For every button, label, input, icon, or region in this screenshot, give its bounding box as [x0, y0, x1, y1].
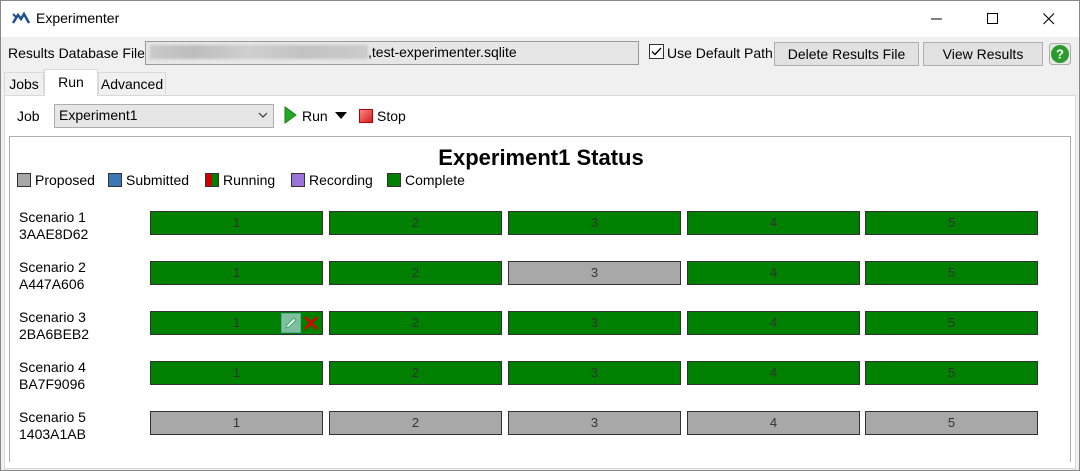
- run-cell[interactable]: 1: [150, 261, 323, 285]
- tab-jobs[interactable]: Jobs: [4, 72, 44, 94]
- app-icon: [12, 11, 30, 24]
- stop-icon[interactable]: [359, 109, 373, 123]
- legend-swatch-submitted: [108, 173, 122, 187]
- run-cell[interactable]: 4: [687, 361, 860, 385]
- run-cell[interactable]: 4: [687, 311, 860, 335]
- legend-swatch-proposed: [17, 173, 31, 187]
- run-cell[interactable]: 3: [508, 361, 681, 385]
- view-results-button[interactable]: View Results: [923, 42, 1043, 66]
- scenario-id: 2BA6BEB2: [19, 326, 90, 342]
- maximize-button[interactable]: [970, 1, 1016, 37]
- experimenter-window: Experimenter Results Database File ,test…: [0, 0, 1080, 471]
- minimize-button[interactable]: [914, 1, 960, 37]
- window-title: Experimenter: [36, 10, 120, 26]
- run-cell[interactable]: 5: [865, 261, 1038, 285]
- run-cell[interactable]: 2: [329, 311, 502, 335]
- run-cell-tools: [281, 312, 321, 334]
- run-cell[interactable]: 4: [687, 261, 860, 285]
- redacted-path: [150, 45, 368, 59]
- scenario-id: 1403A1AB: [19, 426, 86, 442]
- run-dropdown-icon[interactable]: [335, 112, 347, 120]
- legend-swatch-complete: [387, 173, 401, 187]
- use-default-path-label: Use Default Path: [667, 45, 773, 61]
- scenario-label: Scenario 2 A447A606: [19, 259, 86, 293]
- job-select[interactable]: Experiment1: [54, 104, 274, 128]
- legend-label: Recording: [309, 172, 373, 188]
- edit-icon[interactable]: [281, 313, 301, 333]
- scenario-name: Scenario 5: [19, 409, 86, 425]
- stop-button[interactable]: Stop: [377, 108, 406, 124]
- run-cell[interactable]: 5: [865, 361, 1038, 385]
- run-cell[interactable]: 2: [329, 411, 502, 435]
- legend-label: Proposed: [35, 172, 95, 188]
- run-cell[interactable]: 2: [329, 211, 502, 235]
- run-cell[interactable]: 5: [865, 411, 1038, 435]
- run-cell[interactable]: 1: [150, 361, 323, 385]
- run-cell[interactable]: 3: [508, 261, 681, 285]
- scenario-label: Scenario 5 1403A1AB: [19, 409, 86, 443]
- delete-results-button[interactable]: Delete Results File: [774, 42, 919, 66]
- run-cell[interactable]: 4: [687, 411, 860, 435]
- run-cell[interactable]: 5: [865, 311, 1038, 335]
- close-button[interactable]: [1026, 1, 1072, 37]
- tab-run[interactable]: Run: [44, 69, 98, 96]
- use-default-path-checkbox[interactable]: [649, 44, 664, 59]
- legend-swatch-recording: [291, 173, 305, 187]
- scenario-label: Scenario 4 BA7F9096: [19, 359, 86, 393]
- run-cell[interactable]: 2: [329, 261, 502, 285]
- maximize-icon: [987, 13, 998, 24]
- run-cell[interactable]: 5: [865, 211, 1038, 235]
- scenario-name: Scenario 4: [19, 359, 86, 375]
- status-title: Experiment1 Status: [438, 145, 644, 170]
- tab-advanced[interactable]: Advanced: [98, 72, 166, 94]
- legend-label: Submitted: [126, 172, 190, 188]
- scenario-id: A447A606: [19, 276, 85, 292]
- run-cell[interactable]: 4: [687, 211, 860, 235]
- scenario-name: Scenario 2: [19, 259, 86, 275]
- run-cell[interactable]: 3: [508, 411, 681, 435]
- job-label: Job: [17, 108, 40, 124]
- run-cell[interactable]: 1: [150, 411, 323, 435]
- run-cell[interactable]: 3: [508, 211, 681, 235]
- chevron-down-icon: [258, 112, 268, 118]
- legend-label: Running: [223, 172, 276, 188]
- checkmark-icon: [651, 47, 662, 56]
- scenario-name: Scenario 1: [19, 209, 86, 225]
- svg-text:?: ?: [1056, 47, 1064, 62]
- title-bar: Experimenter: [1, 1, 1079, 37]
- close-icon: [1043, 13, 1055, 25]
- results-db-path-field[interactable]: ,test-experimenter.sqlite: [145, 41, 639, 65]
- run-cell[interactable]: 1: [150, 211, 323, 235]
- scenario-label: Scenario 1 3AAE8D62: [19, 209, 88, 243]
- scenario-id: BA7F9096: [19, 376, 86, 392]
- run-cell[interactable]: 3: [508, 311, 681, 335]
- results-db-label: Results Database File: [8, 45, 145, 61]
- scenario-label: Scenario 3 2BA6BEB2: [19, 309, 89, 343]
- minimize-icon: [931, 18, 942, 20]
- scenario-id: 3AAE8D62: [19, 226, 89, 242]
- run-icon[interactable]: [283, 106, 297, 124]
- run-button[interactable]: Run: [302, 108, 328, 124]
- run-cell[interactable]: 2: [329, 361, 502, 385]
- delete-icon[interactable]: [303, 315, 319, 331]
- legend-label: Complete: [405, 172, 465, 188]
- job-select-value: Experiment1: [59, 107, 138, 123]
- scenario-name: Scenario 3: [19, 309, 86, 325]
- results-db-filename: test-experimenter.sqlite: [371, 44, 517, 60]
- legend-swatch-running: [205, 173, 219, 187]
- help-icon[interactable]: ?: [1049, 43, 1071, 65]
